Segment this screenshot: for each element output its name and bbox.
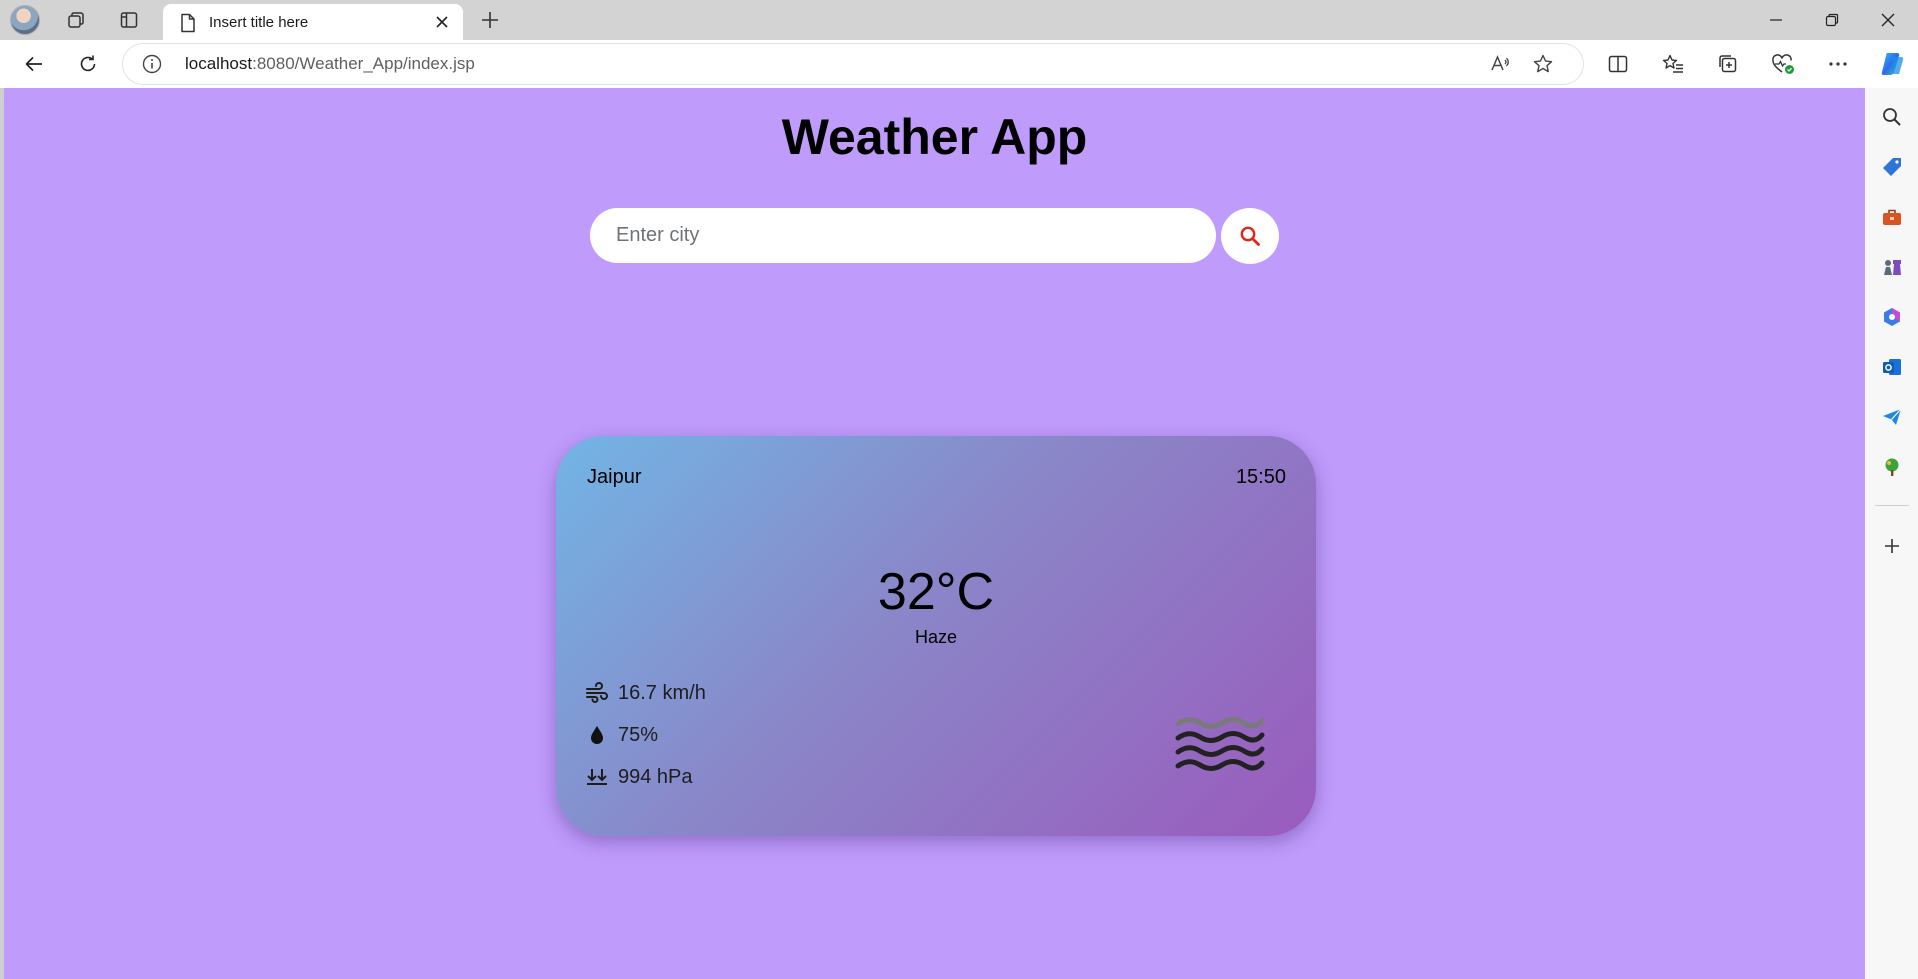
temperature: 32°C [877, 563, 995, 621]
back-button[interactable] [17, 47, 51, 81]
collections-button[interactable] [1711, 47, 1745, 81]
site-info-icon[interactable] [141, 53, 163, 75]
tree-icon [1885, 458, 1899, 476]
search-form [590, 208, 1284, 264]
url-path: :8080/Weather_App/index.jsp [252, 54, 475, 73]
read-aloud-button[interactable] [1488, 52, 1512, 76]
workspaces-icon [68, 12, 84, 28]
search-icon [1883, 108, 1901, 126]
restore-icon [1825, 13, 1839, 27]
sidebar-add-button[interactable] [1877, 531, 1907, 561]
plus-icon [1885, 539, 1899, 553]
close-window-button[interactable] [1860, 4, 1916, 36]
droplet-icon [584, 722, 610, 748]
haze-waves-icon [1175, 717, 1265, 771]
profile-avatar[interactable] [10, 5, 40, 35]
city-name: Jaipur [587, 466, 642, 488]
workspaces-button[interactable] [59, 6, 93, 34]
new-tab-button[interactable] [473, 6, 507, 34]
browser-essentials-button[interactable] [1766, 47, 1800, 81]
browser-toolbar: localhost:8080/Weather_App/index.jsp [0, 40, 1918, 88]
page-title: Weather App [781, 109, 1088, 165]
split-screen-button[interactable] [1601, 47, 1635, 81]
minimize-icon [1770, 19, 1782, 21]
wind-speed-value: 16.7 km/h [618, 681, 706, 704]
address-bar[interactable]: localhost:8080/Weather_App/index.jsp [123, 44, 1583, 84]
favorites-list-icon [1662, 54, 1683, 73]
page-viewport: Weather App Jaipur 15:50 32°C Haze 16.7 … [4, 88, 1865, 979]
copilot-icon [1881, 53, 1904, 75]
plus-icon [482, 12, 498, 28]
paper-plane-icon [1883, 408, 1902, 425]
vertical-tabs-button[interactable] [112, 6, 146, 34]
sidebar-search-button[interactable] [1877, 102, 1907, 132]
refresh-button[interactable] [71, 47, 105, 81]
sidebar-tools-button[interactable] [1877, 202, 1907, 232]
wind-icon [584, 680, 610, 706]
microsoft365-icon [1884, 308, 1900, 326]
star-icon [1533, 54, 1553, 73]
search-button[interactable] [1221, 208, 1279, 264]
sidebar-send-button[interactable] [1877, 402, 1907, 432]
active-tab[interactable]: Insert title here [163, 4, 463, 40]
sidebar-tree-button[interactable] [1877, 452, 1907, 482]
sidebar-games-button[interactable] [1877, 252, 1907, 282]
pressure-row: 994 hPa [584, 764, 693, 790]
sidebar-outlook-button[interactable] [1877, 352, 1907, 382]
more-dots-icon [1829, 62, 1847, 66]
favorites-button[interactable] [1656, 47, 1690, 81]
humidity-row: 75% [584, 722, 658, 748]
close-window-icon [1881, 13, 1895, 27]
favorite-star-button[interactable] [1531, 52, 1555, 76]
sidebar-microsoft365-button[interactable] [1877, 302, 1907, 332]
wind-speed-row: 16.7 km/h [584, 680, 706, 706]
minimize-button[interactable] [1748, 4, 1804, 36]
sidebar-shopping-button[interactable] [1877, 152, 1907, 182]
price-tag-icon [1883, 158, 1901, 176]
vertical-tabs-icon [120, 12, 138, 28]
sidebar-divider [1875, 505, 1909, 506]
split-screen-icon [1608, 55, 1628, 73]
restore-button[interactable] [1804, 4, 1860, 36]
refresh-icon [80, 55, 96, 72]
page-icon [181, 13, 195, 33]
toolbox-icon [1883, 209, 1901, 225]
collections-icon [1719, 55, 1737, 73]
search-icon [1240, 226, 1260, 246]
edge-sidebar [1865, 88, 1918, 979]
local-time: 15:50 [1235, 466, 1286, 488]
settings-more-button[interactable] [1821, 47, 1855, 81]
tab-title: Insert title here [209, 14, 309, 31]
tab-close-button[interactable] [431, 11, 453, 33]
arrow-left-icon [25, 56, 42, 72]
weather-card: Jaipur 15:50 32°C Haze 16.7 km/h 75% 994… [556, 436, 1316, 836]
url-host: localhost [185, 54, 253, 73]
copilot-button[interactable] [1875, 47, 1909, 81]
read-aloud-icon [1491, 55, 1509, 71]
heart-pulse-icon [1772, 54, 1794, 74]
browser-title-bar: Insert title here [0, 0, 1918, 40]
double-down-arrow-icon [584, 764, 610, 790]
weather-condition: Haze [914, 627, 958, 647]
city-search-input[interactable] [590, 208, 1216, 263]
outlook-icon [1883, 359, 1901, 375]
url-text[interactable]: localhost:8080/Weather_App/index.jsp [185, 54, 475, 74]
humidity-value: 75% [618, 723, 659, 746]
close-icon [436, 16, 448, 28]
pressure-value: 994 hPa [618, 765, 693, 788]
chess-pieces-icon [1884, 260, 1901, 275]
